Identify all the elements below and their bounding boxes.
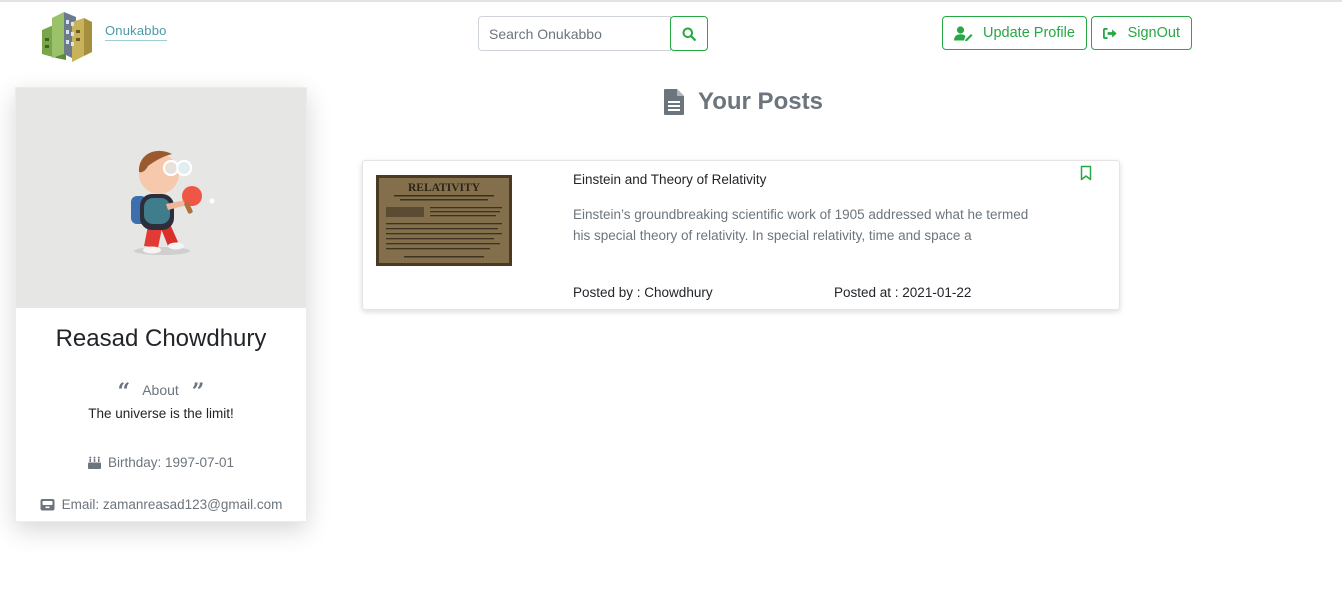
birthday-text: Birthday: 1997-07-01 (107, 455, 235, 470)
email-row: Email: zamanreasad123@gmail.com (16, 497, 306, 512)
brand-name: Onukabbo (105, 23, 167, 41)
signout-button[interactable]: SignOut (1091, 16, 1192, 50)
update-profile-button[interactable]: Update Profile (942, 16, 1087, 50)
search-input[interactable] (478, 16, 671, 51)
file-document-icon (664, 89, 684, 115)
search-icon (682, 27, 696, 41)
bookmark-icon[interactable] (1079, 165, 1093, 181)
posts-heading: Your Posts (664, 88, 823, 116)
top-border (0, 0, 1342, 2)
email-text: Email: zamanreasad123@gmail.com (61, 497, 283, 512)
quote-left-icon: “ (117, 379, 131, 405)
about-heading: “ About ” (16, 377, 306, 403)
profile-card: Reasad Chowdhury “ About ” The universe … (15, 87, 307, 522)
birthday-cake-icon (87, 456, 101, 469)
post-thumbnail-image[interactable]: RELATIVITY (376, 175, 512, 266)
about-label: About (142, 382, 179, 398)
profile-name: Reasad Chowdhury (55, 325, 267, 352)
search-form (478, 16, 708, 51)
thumbnail-title-text: RELATIVITY (408, 182, 481, 194)
brand-logo[interactable]: Onukabbo (36, 8, 167, 64)
cartoon-avatar-image (131, 150, 215, 255)
avatar (16, 88, 306, 308)
post-card[interactable]: RELATIVITY Einstein and Theory of Relati… (362, 160, 1120, 310)
post-title[interactable]: Einstein and Theory of Relativity (573, 172, 766, 187)
post-excerpt: Einstein’s groundbreaking scientific wor… (573, 207, 1029, 243)
search-button[interactable] (670, 16, 708, 51)
quote-right-icon: ” (191, 379, 205, 405)
about-text: The universe is the limit! (88, 406, 234, 421)
user-edit-icon (954, 25, 973, 41)
birthday-row: Birthday: 1997-07-01 (16, 455, 306, 470)
post-date: Posted at : 2021-01-22 (834, 285, 972, 300)
signout-label: SignOut (1127, 25, 1180, 41)
sign-out-icon (1103, 27, 1117, 39)
buildings-logo-icon (42, 12, 92, 62)
post-author: Posted by : Chowdhury (573, 285, 713, 300)
posts-heading-label: Your Posts (698, 88, 823, 115)
update-profile-label: Update Profile (983, 25, 1075, 41)
mail-box-icon (40, 499, 55, 511)
